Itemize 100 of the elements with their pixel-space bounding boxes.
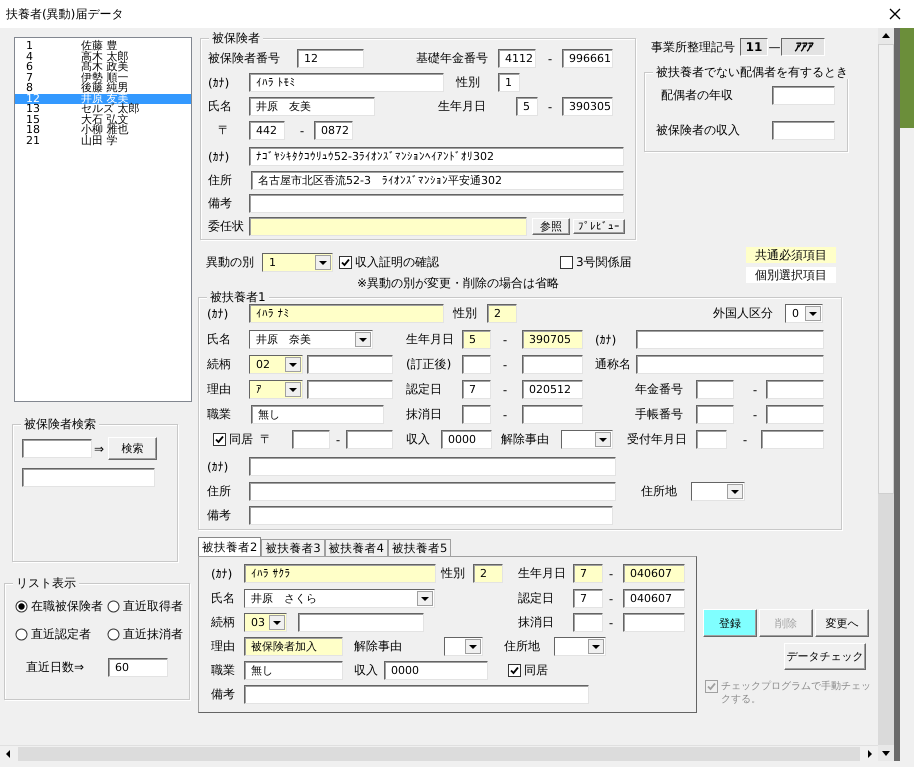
text-field[interactable]: ｲﾊﾗ ﾅﾐ bbox=[249, 304, 444, 323]
text-field[interactable]: 040607 bbox=[623, 564, 685, 583]
tab[interactable]: 被扶養者5 bbox=[388, 539, 452, 556]
dropdown[interactable] bbox=[554, 637, 606, 656]
text-field[interactable] bbox=[249, 506, 613, 525]
text-field[interactable]: 0000 bbox=[384, 661, 488, 680]
list-item[interactable]: 8 後藤 純男 bbox=[15, 83, 191, 94]
dropdown[interactable]: 03 bbox=[244, 613, 287, 632]
text-field[interactable]: 2 bbox=[487, 304, 517, 323]
text-field[interactable] bbox=[307, 380, 393, 399]
text-field[interactable]: 040607 bbox=[623, 589, 685, 608]
text-field[interactable] bbox=[766, 405, 824, 424]
text-field[interactable] bbox=[522, 355, 583, 374]
close-icon[interactable] bbox=[889, 8, 901, 20]
dropdown[interactable] bbox=[561, 430, 613, 449]
scroll-thumb[interactable] bbox=[878, 44, 894, 494]
dropdown[interactable]: 1 bbox=[262, 253, 333, 272]
text-field[interactable]: 7 bbox=[462, 380, 491, 399]
text-field[interactable]: 60 bbox=[108, 658, 168, 677]
caret-icon[interactable] bbox=[465, 639, 481, 654]
dropdown[interactable]: 02 bbox=[249, 355, 303, 374]
text-field[interactable]: ｲﾊﾗ ｻｸﾗ bbox=[244, 564, 436, 583]
text-field[interactable]: 0000 bbox=[441, 430, 492, 449]
caret-icon[interactable] bbox=[727, 484, 743, 499]
caret-icon[interactable] bbox=[315, 255, 331, 270]
text-field[interactable]: 5 bbox=[462, 330, 491, 349]
text-field[interactable]: 390305 bbox=[562, 97, 613, 116]
text-field[interactable]: ｲﾊﾗ ﾄﾓﾐ bbox=[249, 73, 444, 92]
caret-icon[interactable] bbox=[285, 382, 301, 397]
caret-icon[interactable] bbox=[805, 306, 821, 321]
radio-button[interactable]: 直近認定者 bbox=[15, 627, 107, 641]
text-field[interactable] bbox=[696, 380, 734, 399]
text-field[interactable] bbox=[696, 405, 734, 424]
list-item[interactable]: 7 伊勢 順一 bbox=[15, 72, 191, 83]
list-item[interactable]: 4 高木 太郎 bbox=[15, 52, 191, 62]
result-list[interactable] bbox=[22, 468, 155, 487]
action-button[interactable]: 登録 bbox=[703, 609, 757, 637]
dropdown[interactable] bbox=[691, 482, 745, 501]
text-field[interactable] bbox=[462, 355, 491, 374]
radio-icon[interactable] bbox=[107, 628, 120, 640]
text-field[interactable] bbox=[292, 430, 330, 449]
text-field[interactable]: ﾅｺﾞﾔｼｷﾀｸｺｳﾘｭｳ52-3ﾗｲｵﾝｽﾞﾏﾝｼｮﾝﾍｲｱﾝﾄﾞｵﾘ302 bbox=[249, 147, 624, 166]
text-field[interactable] bbox=[249, 216, 527, 236]
checkbox-icon[interactable] bbox=[213, 433, 226, 446]
text-field[interactable]: 7 bbox=[573, 564, 603, 583]
radio-icon[interactable] bbox=[15, 600, 28, 612]
text-field[interactable] bbox=[346, 430, 393, 449]
tab[interactable]: 被扶養者2 bbox=[198, 537, 262, 556]
action-button[interactable]: 変更へ bbox=[815, 609, 869, 637]
text-field[interactable] bbox=[636, 355, 824, 374]
vertical-scrollbar[interactable] bbox=[878, 28, 894, 761]
text-field[interactable]: 被保険者加入 bbox=[244, 637, 343, 656]
search-button[interactable]: 検索 bbox=[108, 437, 157, 460]
text-field[interactable] bbox=[696, 430, 727, 449]
caret-icon[interactable] bbox=[355, 332, 371, 347]
text-field[interactable]: 2 bbox=[473, 564, 503, 583]
dropdown[interactable]: 井原 奈美 bbox=[249, 330, 373, 349]
dropdown[interactable] bbox=[444, 637, 483, 656]
text-field[interactable]: 名古屋市北区香流52-3 ﾗｲｵﾝｽﾞﾏﾝｼｮﾝ平安通302 bbox=[251, 171, 624, 190]
list-item[interactable]: 18 小柳 雅也 bbox=[15, 125, 191, 136]
list-item[interactable]: 1 佐藤 豊 bbox=[15, 41, 191, 52]
text-field[interactable]: 390705 bbox=[522, 330, 583, 349]
text-field[interactable] bbox=[772, 86, 835, 105]
checkbox-icon[interactable] bbox=[508, 664, 521, 677]
checkbox[interactable]: 同居 bbox=[508, 662, 552, 679]
text-field[interactable] bbox=[307, 355, 393, 374]
text-field[interactable] bbox=[636, 330, 824, 349]
tab[interactable]: 被扶養者4 bbox=[324, 539, 388, 556]
caret-icon[interactable] bbox=[285, 357, 301, 372]
text-field[interactable] bbox=[249, 194, 624, 213]
tab[interactable]: 被扶養者3 bbox=[261, 539, 325, 556]
push-button[interactable]: ﾌﾟﾚﾋﾞｭｰ bbox=[573, 218, 625, 234]
radio-icon[interactable] bbox=[15, 628, 28, 640]
checkbox-icon[interactable] bbox=[560, 256, 573, 269]
dropdown[interactable]: 0 bbox=[785, 304, 823, 323]
text-field[interactable] bbox=[462, 405, 491, 424]
text-field[interactable]: 5 bbox=[516, 97, 538, 116]
caret-icon[interactable] bbox=[417, 591, 433, 606]
radio-button[interactable]: 在職被保険者 bbox=[15, 599, 107, 613]
text-field[interactable]: 442 bbox=[249, 121, 285, 140]
dropdown[interactable]: ｱ bbox=[249, 380, 303, 399]
caret-icon[interactable] bbox=[269, 615, 285, 630]
text-field[interactable] bbox=[761, 430, 824, 449]
text-field[interactable] bbox=[766, 380, 824, 399]
push-button[interactable]: 参照 bbox=[532, 218, 570, 234]
text-field[interactable]: 無し bbox=[244, 661, 343, 680]
caret-icon[interactable] bbox=[588, 639, 604, 654]
horizontal-scrollbar[interactable] bbox=[0, 745, 878, 761]
checkbox[interactable]: 3号関係届 bbox=[560, 254, 640, 271]
caret-icon[interactable] bbox=[595, 432, 611, 447]
radio-button[interactable]: 直近抹消者 bbox=[107, 627, 187, 641]
text-field[interactable] bbox=[244, 685, 589, 704]
text-field[interactable] bbox=[573, 613, 603, 632]
list-item[interactable]: 13 セルズ 太郎 bbox=[15, 104, 191, 114]
radio-icon[interactable] bbox=[107, 600, 120, 612]
text-field[interactable]: 020512 bbox=[522, 380, 583, 399]
text-field[interactable] bbox=[522, 405, 583, 424]
checkbox[interactable]: 収入証明の確認 bbox=[339, 254, 449, 271]
text-field[interactable]: 12 bbox=[297, 49, 364, 68]
list-item[interactable]: 15 大石 弘文 bbox=[15, 114, 191, 125]
